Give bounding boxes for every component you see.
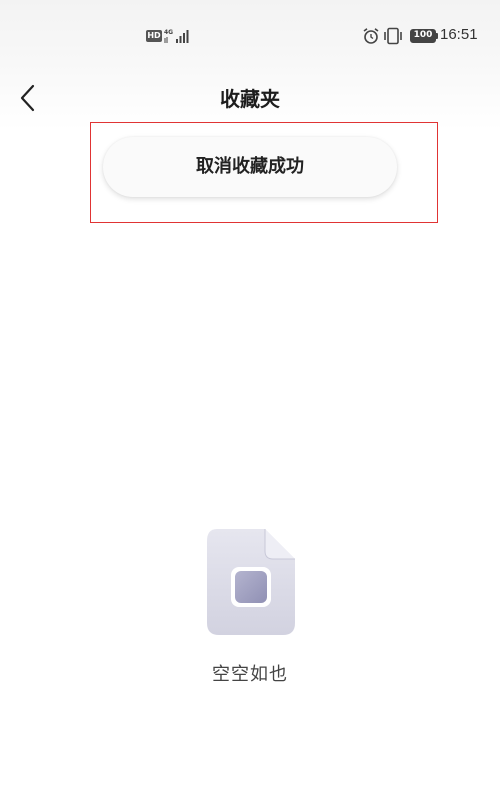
empty-state-text: 空空如也 — [212, 664, 288, 685]
network-type: 4G — [164, 29, 173, 36]
page-title: 收藏夹 — [220, 87, 280, 111]
toast-message: 取消收藏成功 — [103, 137, 397, 197]
battery-indicator: 100 — [410, 29, 436, 43]
empty-file-icon — [207, 529, 295, 635]
battery-tip — [436, 33, 438, 39]
chevron-left-icon — [20, 84, 35, 112]
vibrate-icon — [384, 27, 402, 45]
signal-icon: 4G — [164, 29, 189, 43]
status-time: 16:51 — [440, 26, 478, 43]
alarm-icon — [363, 28, 379, 44]
hd-badge: HD — [146, 30, 162, 42]
back-button[interactable] — [12, 80, 44, 116]
status-bar: HD 4G 100 16:51 — [0, 0, 500, 64]
